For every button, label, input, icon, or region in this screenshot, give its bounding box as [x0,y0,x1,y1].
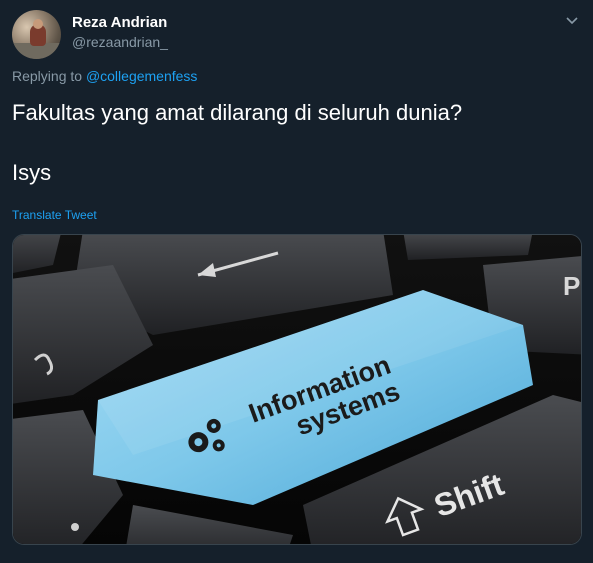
avatar-head [33,19,43,29]
replying-to: Replying to @collegemenfess [12,68,197,84]
mention-link[interactable]: @collegemenfess [86,68,198,84]
chevron-down-icon[interactable] [564,12,580,28]
replying-to-prefix: Replying to [12,68,86,84]
svg-text:P: P [563,271,580,301]
keyboard-image: P Information systems Shift [13,235,581,544]
user-handle[interactable]: @rezaandrian_ [72,34,168,50]
display-name[interactable]: Reza Andrian [72,14,167,31]
tweet-text-line1: Fakultas yang amat dilarang di seluruh d… [12,100,463,125]
tweet-text-line2: Isys [12,160,52,185]
avatar[interactable] [12,10,61,59]
translate-tweet-link[interactable]: Translate Tweet [12,208,97,222]
tweet-media-image[interactable]: P Information systems Shift [12,234,582,545]
